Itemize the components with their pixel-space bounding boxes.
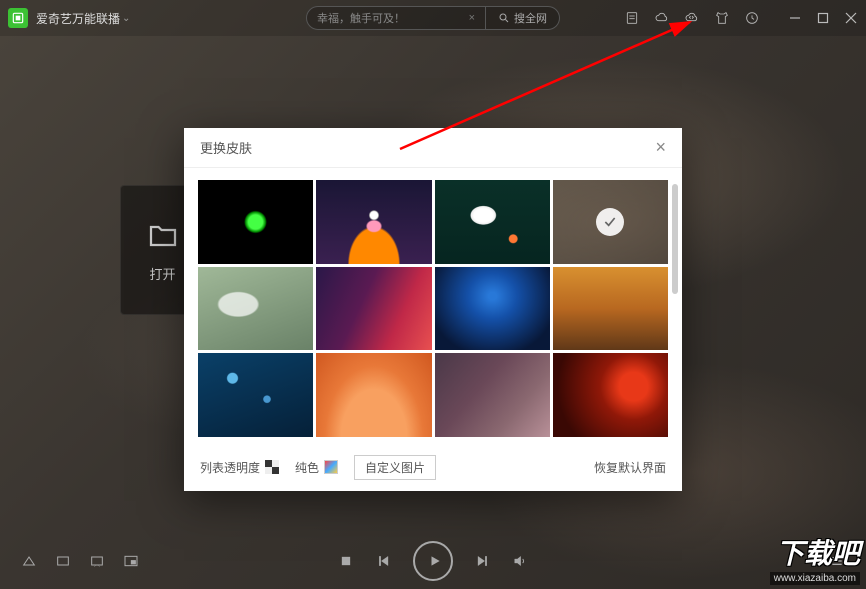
skin-thumbnail[interactable] [198,180,313,264]
volume-icon[interactable] [511,552,529,570]
color-swatch-icon [324,460,338,474]
dialog-close-button[interactable]: × [655,137,666,158]
minimize-button[interactable] [788,11,802,25]
clear-search-icon[interactable]: × [469,12,475,24]
app-name: 爱奇艺万能联播 [36,10,120,27]
transfer-icon[interactable] [684,10,700,26]
stop-button[interactable] [337,552,355,570]
search-placeholder: 幸福，触手可及！ [317,10,405,26]
cloud-icon[interactable] [654,10,670,26]
previous-button[interactable] [375,552,393,570]
search-button[interactable]: 搜全网 [486,6,560,30]
play-button[interactable] [413,541,453,581]
skin-thumbnail[interactable] [316,267,431,351]
dialog-footer: 列表透明度 纯色 自定义图片 恢复默认界面 [184,443,682,491]
selected-check-icon [596,208,624,236]
skin-grid [184,168,682,443]
skin-thumbnail[interactable] [553,353,668,437]
maximize-button[interactable] [816,11,830,25]
app-logo [8,8,28,28]
next-button[interactable] [473,552,491,570]
skin-thumbnail[interactable] [435,267,550,351]
skin-dialog: 更换皮肤 × 列表透明度 纯色 自定义图片 恢复默认界面 [184,128,682,491]
search-input[interactable]: 幸福，触手可及！ × [306,6,486,30]
skin-icon[interactable] [714,10,730,26]
open-file-icon[interactable] [20,552,38,570]
history-icon[interactable] [744,10,760,26]
close-button[interactable] [844,11,858,25]
opacity-icon [265,460,279,474]
skin-thumbnail[interactable] [316,180,431,264]
watermark: 下载吧 www.xiazaiba.com [770,532,860,585]
skin-thumbnail[interactable] [435,180,550,264]
solid-color-picker[interactable]: 纯色 [295,459,338,476]
snapshot-icon[interactable] [88,552,106,570]
dialog-header: 更换皮肤 × [184,128,682,168]
player-bar [0,533,866,589]
custom-image-button[interactable]: 自定义图片 [354,455,436,480]
skin-thumbnail-selected[interactable] [553,180,668,264]
restore-default-link[interactable]: 恢复默认界面 [594,459,666,476]
app-menu-caret[interactable]: ⌄ [122,13,130,24]
skin-thumbnail[interactable] [553,267,668,351]
titlebar: 爱奇艺万能联播 ⌄ 幸福，触手可及！ × 搜全网 [0,0,866,36]
skin-thumbnail[interactable] [198,353,313,437]
playlist-icon[interactable] [624,10,640,26]
skin-thumbnail[interactable] [198,267,313,351]
skin-thumbnail[interactable] [435,353,550,437]
fullscreen-icon[interactable] [54,552,72,570]
pip-icon[interactable] [122,552,140,570]
skin-thumbnail[interactable] [316,353,431,437]
dialog-title: 更换皮肤 [200,138,252,157]
opacity-toggle[interactable]: 列表透明度 [200,459,279,476]
scrollbar-thumb[interactable] [672,184,678,294]
